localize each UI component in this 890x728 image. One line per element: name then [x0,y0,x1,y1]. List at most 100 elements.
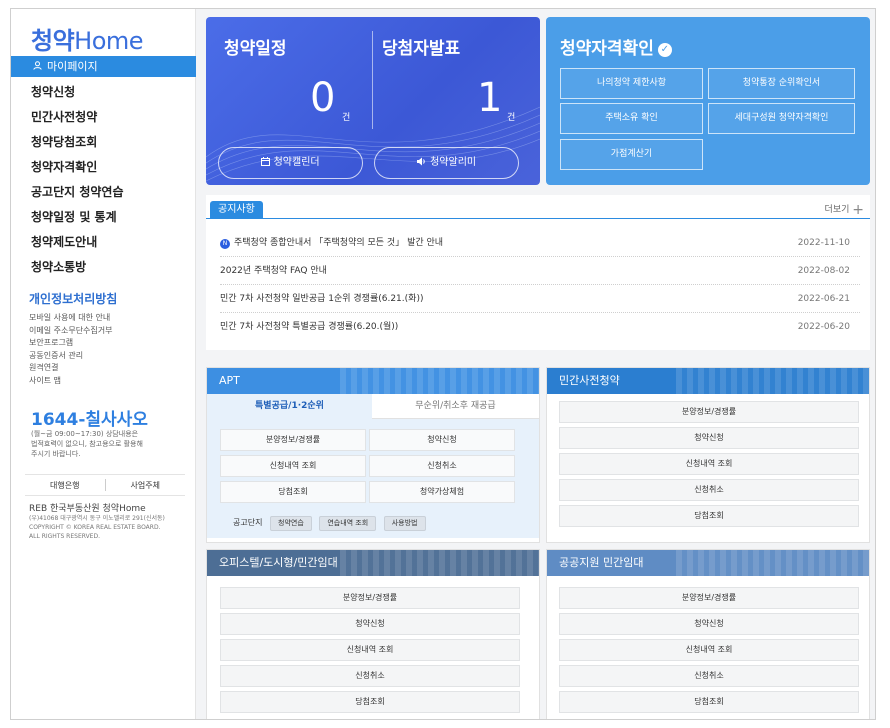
public-apply-button[interactable]: 청약신청 [559,613,859,635]
certificate-link[interactable]: 공동인증서 관리 [29,350,117,363]
calendar-button[interactable]: 청약캘린더 [218,147,363,179]
apt-winner-button[interactable]: 당첨조회 [220,481,366,503]
private-apply-button[interactable]: 청약신청 [559,427,859,449]
private-pre-title: 민간사전청약 [559,374,620,387]
hours-text: (월~금 09:00~17:30) 상담내용은 법적효력이 없으니, 참고용으로… [31,429,181,459]
score-calculator-button[interactable]: 가점계산기 [560,139,703,170]
decorative-buildings [675,368,869,394]
sidebar-item-system-guide[interactable]: 청약제도안내 [11,230,196,255]
apt-title: APT [219,374,240,387]
notice-date: 2022-06-21 [797,294,850,304]
winner-count[interactable]: 1 [477,75,502,121]
notice-title: 민간 7차 사전청약 일반공급 1순위 경쟁률(6.21.(화)) [220,294,424,304]
calendar-label: 청약캘린더 [273,157,320,168]
mypage-link[interactable]: 마이페이지 [11,56,196,77]
public-info-button[interactable]: 분양정보/경쟁률 [559,587,859,609]
decorative-buildings [339,550,539,576]
security-program-link[interactable]: 보안프로그램 [29,337,117,350]
officetel-winner-button[interactable]: 당첨조회 [220,691,520,713]
notice-row[interactable]: 2022년 주택청약 FAQ 안내 2022-08-02 [220,257,860,285]
my-restriction-button[interactable]: 나의청약 제한사항 [560,68,703,99]
private-winner-button[interactable]: 당첨조회 [559,505,859,527]
apt-apply-button[interactable]: 청약신청 [369,429,515,451]
sidebar-item-private-pre[interactable]: 민간사전청약 [11,105,196,130]
public-winner-button[interactable]: 당첨조회 [559,691,859,713]
practice-chip[interactable]: 청약연습 [270,516,312,531]
private-info-button[interactable]: 분양정보/경쟁률 [559,401,859,423]
notice-title: 주택청약 종합안내서 「주택청약의 모든 것」 발간 안내 [234,238,444,248]
sidebar: 청약Home 마이페이지 청약신청 민간사전청약 청약당첨조회 청약자격확인 공… [11,9,196,719]
apt-info-button[interactable]: 분양정보/경쟁률 [220,429,366,451]
house-ownership-button[interactable]: 주택소유 확인 [560,103,703,134]
alarm-label: 청약알리미 [430,157,477,168]
usage-chip[interactable]: 사용방법 [383,516,426,531]
notice-date: 2022-11-10 [797,238,850,248]
app-frame: 청약Home 마이페이지 청약신청 민간사전청약 청약당첨조회 청약자격확인 공… [10,8,876,720]
sidebar-item-winner-check[interactable]: 청약당첨조회 [11,130,196,155]
qualification-title-text: 청약자격확인 [560,39,654,59]
operator-link[interactable]: 사업주체 [106,480,186,491]
policy-section: 개인정보처리방침 모바일 사용에 대한 안내 이메일 주소무단수집거부 보안프로… [29,290,117,387]
bank-link[interactable]: 대행은행 [25,480,105,491]
household-qualify-button[interactable]: 세대구성원 청약자격확인 [708,103,855,134]
public-cancel-button[interactable]: 신청취소 [559,665,859,687]
sidebar-item-community[interactable]: 청약소통방 [11,255,196,280]
bank-row: 대행은행 사업주체 [25,474,185,496]
divider [372,31,373,129]
winner-announce-title[interactable]: 당첨자발표 [382,34,460,59]
address-line: COPYRIGHT © KOREA REAL ESTATE BOARD. [29,524,161,531]
notice-row[interactable]: 민간 7차 사전청약 일반공급 1순위 경쟁률(6.21.(화)) 2022-0… [220,285,860,313]
sidebar-item-schedule-stats[interactable]: 청약일정 및 통계 [11,205,196,230]
officetel-header: 오피스텔/도시형/민간임대 [207,550,539,576]
notice-board: 공지사항 더보기 + N 주택청약 종합안내서 「주택청약의 모든 것」 발간 안… [206,195,870,350]
practice-row: 공고단지 청약연습 연습내역 조회 사용방법 [233,516,426,531]
apt-cancel-button[interactable]: 신청취소 [369,455,515,477]
address-line: ALL RIGHTS RESERVED. [29,533,101,540]
tab-no-rank[interactable]: 무순위/취소후 재공급 [372,394,539,419]
hours-line: (월~금 09:00~17:30) 상담내용은 [31,430,139,438]
tab-special-supply[interactable]: 특별공급/1·2순위 [207,394,372,419]
sidebar-item-qualification[interactable]: 청약자격확인 [11,155,196,180]
alarm-button[interactable]: 청약알리미 [374,147,519,179]
notice-tab[interactable]: 공지사항 [210,201,263,219]
officetel-cancel-button[interactable]: 신청취소 [220,665,520,687]
sidebar-item-apply[interactable]: 청약신청 [11,80,196,105]
private-history-button[interactable]: 신청내역 조회 [559,453,859,475]
notice-title: 민간 7차 사전청약 특별공급 경쟁률(6.20.(월)) [220,322,399,332]
sidebar-item-practice[interactable]: 공고단지 청약연습 [11,180,196,205]
more-link[interactable]: 더보기 + [825,202,864,218]
reb-label: REB 한국부동산원 청약Home [29,504,146,514]
schedule-title[interactable]: 청약일정 [224,34,287,59]
email-refusal-link[interactable]: 이메일 주소무단수집거부 [29,325,117,338]
hours-line: 주시기 바랍니다. [31,450,81,458]
notice-row[interactable]: 민간 7차 사전청약 특별공급 경쟁률(6.20.(월)) 2022-06-20 [220,313,860,341]
sitemap-link[interactable]: 사이트 맵 [29,375,117,388]
private-pre-header: 민간사전청약 [547,368,869,394]
phone-number: 1644-칠사사오 [31,410,148,430]
apt-history-button[interactable]: 신청내역 조회 [220,455,366,477]
private-cancel-button[interactable]: 신청취소 [559,479,859,501]
public-history-button[interactable]: 신청내역 조회 [559,639,859,661]
officetel-apply-button[interactable]: 청약신청 [220,613,520,635]
remote-link[interactable]: 원격연결 [29,362,117,375]
schedule-card: 청약일정 당첨자발표 0 건 1 건 청약캘린더 청약알리미 [206,17,540,185]
notice-date: 2022-08-02 [797,266,850,276]
practice-history-chip[interactable]: 연습내역 조회 [319,516,377,531]
person-icon [33,56,43,77]
apt-header: APT [207,368,539,394]
apt-simulation-button[interactable]: 청약가상체험 [369,481,515,503]
privacy-policy-link[interactable]: 개인정보처리방침 [29,290,117,307]
logo[interactable]: 청약Home [31,21,144,56]
decorative-buildings [675,550,869,576]
new-badge-icon: N [220,239,230,249]
schedule-count[interactable]: 0 [310,75,335,121]
public-rent-header: 공공지원 민간임대 [547,550,869,576]
reb-logo: REB 한국부동산원 청약Home [29,501,146,514]
notice-row[interactable]: N 주택청약 종합안내서 「주택청약의 모든 것」 발간 안내 2022-11-1… [220,229,860,257]
decorative-buildings [339,368,539,394]
officetel-info-button[interactable]: 분양정보/경쟁률 [220,587,520,609]
officetel-history-button[interactable]: 신청내역 조회 [220,639,520,661]
mobile-guide-link[interactable]: 모바일 사용에 대한 안내 [29,312,117,325]
account-rank-button[interactable]: 청약통장 순위확인서 [708,68,855,99]
mypage-label: 마이페이지 [47,60,98,73]
